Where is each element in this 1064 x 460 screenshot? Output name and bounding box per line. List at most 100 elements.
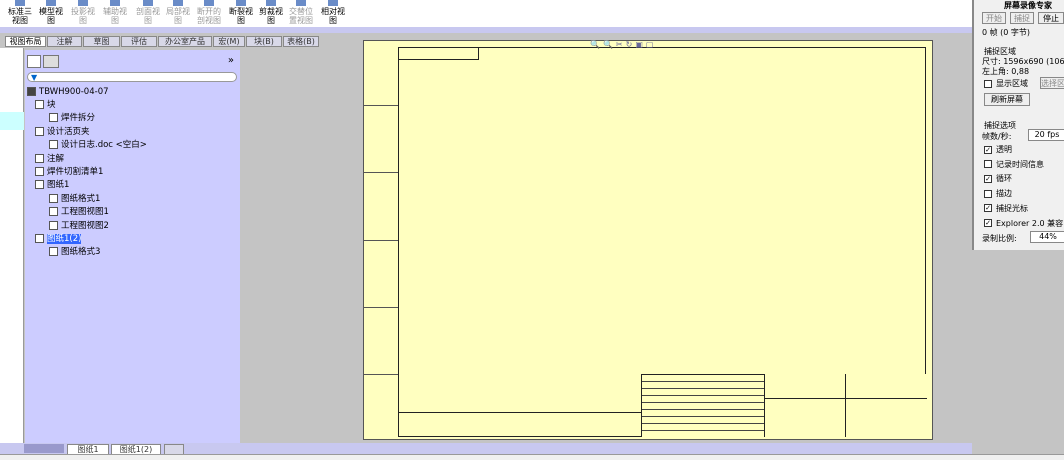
corner-box [399,48,479,60]
toolbar-button-label: 交替位置视图 [289,7,313,25]
node-icon [49,113,58,123]
tab[interactable]: 块(B) [246,36,282,47]
drawing-icon [27,87,36,96]
view-icon [296,0,306,6]
tree-node[interactable]: 工程图视图1 [49,206,109,218]
property-tab-icon[interactable] [43,55,59,68]
option-checkbox[interactable]: 记录时间信息 [984,159,1044,170]
tree-node[interactable]: 工程图视图2 [49,220,109,232]
toolbar-button[interactable]: 剖面视图 [133,0,163,25]
tab[interactable]: 注解 [47,36,82,47]
toolbar-button[interactable]: 标准三视图 [5,0,35,25]
option-label: 记录时间信息 [996,159,1044,169]
filter-icon: ▼ [31,73,38,82]
toolbar-button[interactable]: 交替位置视图 [286,0,316,25]
tree-node[interactable]: 图纸格式3 [49,246,100,258]
select-area-button[interactable]: 选择区 [1040,77,1064,89]
node-icon [49,140,58,150]
toolbar-button[interactable]: 模型视图 [36,0,66,25]
checkbox-icon: ✓ [984,204,992,213]
toolbar-button-label: 投影视图 [71,7,95,25]
toolbar-button[interactable]: 辅助视图 [100,0,130,25]
tab-scroll-buttons[interactable] [24,444,64,453]
tree-node[interactable]: 设计活页夹 [35,126,90,138]
tree-node-label: 图纸1 [47,180,70,191]
tree-node[interactable]: 焊件切割清单1 [35,166,103,178]
option-label: 循环 [996,174,1012,184]
tree-node[interactable]: 图纸1(2) [35,233,82,245]
feature-manager-tree: » ▼ TBWH900-04-07 块焊件拆分设计活页夹设计日志.doc <空白… [25,50,240,443]
toolbar-button-label: 局部视图 [166,7,190,25]
tree-node[interactable]: 设计日志.doc <空白> [49,139,147,151]
toolbar-button[interactable]: 投影视图 [68,0,98,25]
tree-node[interactable]: 焊件拆分 [49,112,95,124]
tree-root[interactable]: TBWH900-04-07 [27,86,109,98]
tree-node[interactable]: 注解 [35,153,64,165]
show-area-checkbox[interactable]: 显示区域 [984,78,1028,89]
tree-node-label: 工程图视图1 [61,207,109,218]
toolbar-button-label: 断裂视图 [229,7,253,25]
option-checkbox[interactable]: ✓ 循环 [984,173,1012,184]
tab[interactable]: 表格(B) [283,36,319,47]
tree-node-label: 设计日志.doc <空白> [61,140,147,151]
node-icon [35,153,44,163]
toolbar-button[interactable]: 断开的剖视图 [194,0,224,25]
stop-button[interactable]: 停止 [1038,12,1064,24]
sheet-tabs: 图纸1 图纸1(2) [0,443,972,455]
toolbar-button-label: 剪裁视图 [259,7,283,25]
checkbox-icon: ✓ [984,145,992,154]
fps-select[interactable]: 20 fps [1028,129,1064,141]
tab[interactable]: 评估 [121,36,157,47]
refresh-screen-button[interactable]: 刷新屏幕 [984,93,1030,106]
checkbox-icon: ✓ [984,219,992,227]
tab[interactable]: 宏(M) [213,36,245,47]
ratio-label: 录制比例: [982,234,1017,243]
ratio-select[interactable]: 44% [1030,231,1064,243]
option-label: 描边 [996,189,1012,199]
tree-node-label: 设计活页夹 [47,126,90,137]
view-icon [204,0,214,6]
toolbar-button[interactable]: 断裂视图 [226,0,256,25]
view-icon [266,0,276,6]
start-button[interactable]: 开始 [982,12,1006,24]
filter-input[interactable]: ▼ [27,72,237,82]
option-checkbox[interactable]: 描边 [984,188,1012,199]
toolbar-button[interactable]: 相对视图 [318,0,348,25]
area-topleft: 左上角: 0,88 [982,67,1030,76]
option-label: 捕捉光标 [996,203,1028,213]
node-icon [49,193,58,203]
node-icon [35,100,44,109]
toolbar-button[interactable]: 剪裁视图 [256,0,286,25]
option-checkbox[interactable]: ✓ 透明 [984,144,1012,155]
expand-panel-button[interactable]: » [228,55,234,66]
node-icon [49,247,58,257]
show-area-label: 显示区域 [996,79,1028,88]
tree-node[interactable]: 块 [35,99,56,111]
option-checkbox[interactable]: ✓ 捕捉光标 [984,203,1028,214]
revision-row [399,412,641,437]
capture-button[interactable]: 捕捉 [1010,12,1034,24]
checkbox-icon: ✓ [984,174,992,183]
tab[interactable]: 草图 [83,36,120,47]
drawing-frame [398,47,927,437]
task-pane-strip [0,48,24,443]
tree-node[interactable]: 图纸格式1 [49,193,100,205]
toolbar-button[interactable]: 局部视图 [163,0,193,25]
view-icon [15,0,25,6]
tree-tab-icon[interactable] [27,55,41,68]
tab[interactable]: 办公室产品 [158,36,212,47]
view-heads-up-toolbar[interactable]: 🔍🔍✂↻▣▢ [590,40,710,49]
tab[interactable]: 视图布局 [5,36,46,47]
option-checkbox[interactable]: ✓ Explorer 2.0 兼容 [984,218,1063,229]
fps-label: 帧数/秒: [982,132,1012,141]
strip-highlight [0,112,24,130]
toolbar-button-label: 相对视图 [321,7,345,25]
toolbar-button-label: 剖面视图 [136,7,160,25]
status-bar [0,454,1064,460]
view-icon [110,0,120,6]
view-icon [236,0,246,6]
tree-node-label: 注解 [47,153,65,164]
tree-node[interactable]: 图纸1 [35,179,69,191]
recorder-title: 屏幕录像专家 [1004,1,1052,10]
view-icon [46,0,56,6]
